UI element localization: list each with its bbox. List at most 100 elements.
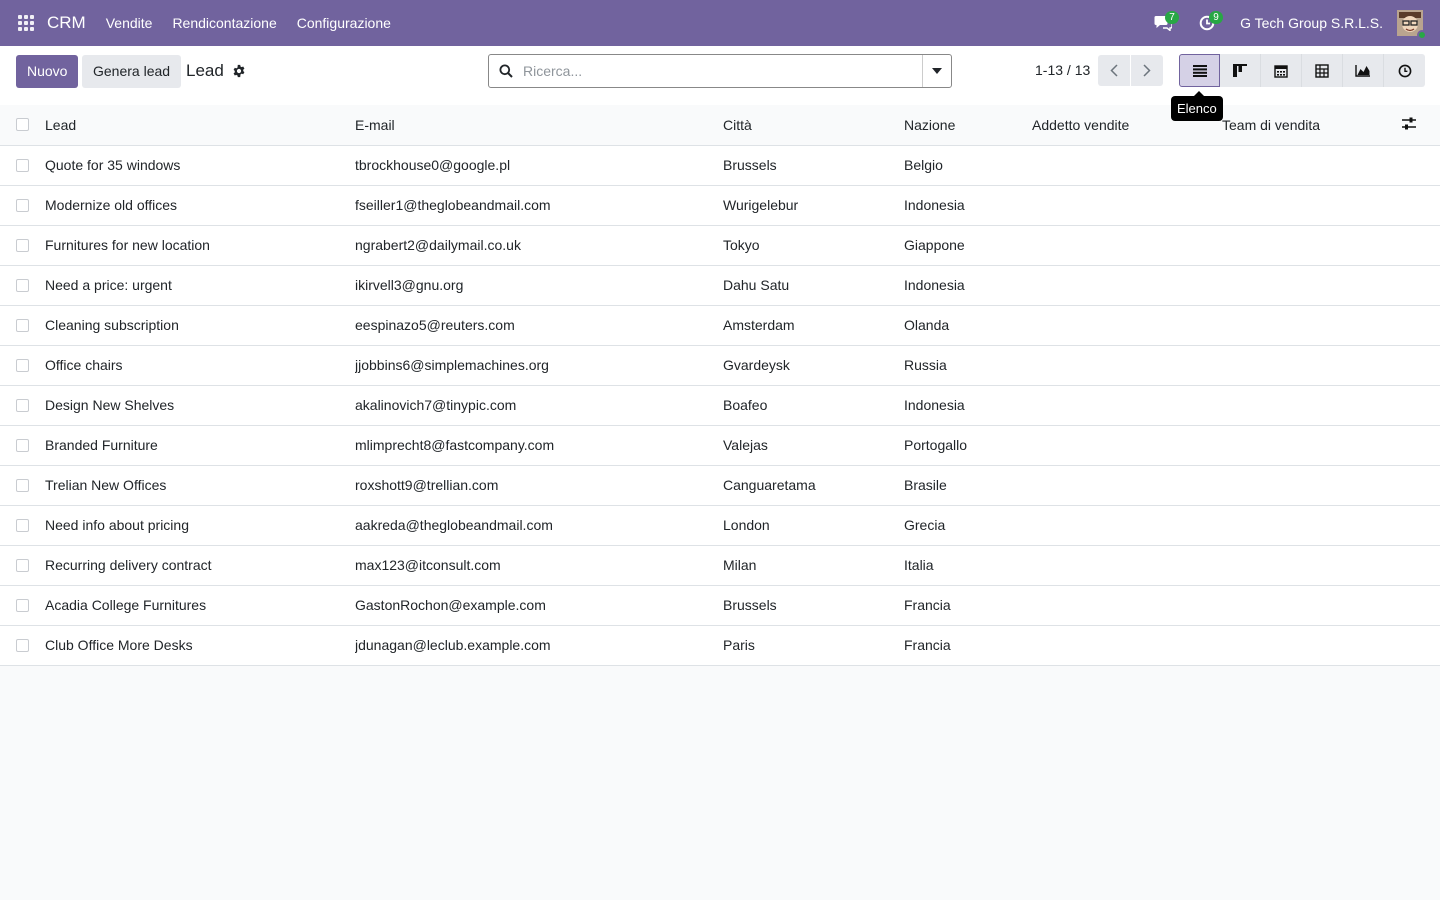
row-checkbox[interactable] [16, 238, 29, 252]
cell-lead[interactable]: Trelian New Offices [45, 465, 355, 505]
cell-team[interactable] [1222, 625, 1402, 665]
menu-item-configurazione[interactable]: Configurazione [287, 15, 401, 31]
cell-salesperson[interactable] [1032, 465, 1222, 505]
cell-team[interactable] [1222, 265, 1402, 305]
row-checkbox[interactable] [16, 518, 29, 532]
row-checkbox[interactable] [16, 478, 29, 492]
cell-lead[interactable]: Cleaning subscription [45, 305, 355, 345]
cell-salesperson[interactable] [1032, 585, 1222, 625]
cell-lead[interactable]: Recurring delivery contract [45, 545, 355, 585]
cell-team[interactable] [1222, 505, 1402, 545]
cell-country[interactable]: Francia [904, 585, 1032, 625]
view-activity-button[interactable] [1384, 54, 1425, 87]
cell-team[interactable] [1222, 145, 1402, 185]
cell-city[interactable]: Canguaretama [723, 465, 904, 505]
select-all-checkbox[interactable] [16, 118, 29, 132]
cell-city[interactable]: Milan [723, 545, 904, 585]
cell-salesperson[interactable] [1032, 185, 1222, 225]
cell-email[interactable]: ikirvell3@gnu.org [355, 265, 723, 305]
optional-columns-toggle[interactable] [1402, 105, 1440, 145]
new-button[interactable]: Nuovo [16, 55, 79, 88]
cell-team[interactable] [1222, 465, 1402, 505]
row-checkbox[interactable] [16, 438, 29, 452]
cell-email[interactable]: jdunagan@leclub.example.com [355, 625, 723, 665]
table-row[interactable]: Cleaning subscription eespinazo5@reuters.… [0, 305, 1440, 345]
cell-team[interactable] [1222, 345, 1402, 385]
column-header-country[interactable]: Nazione [904, 105, 1032, 145]
column-header-email[interactable]: E-mail [355, 105, 723, 145]
cell-city[interactable]: London [723, 505, 904, 545]
cell-email[interactable]: eespinazo5@reuters.com [355, 305, 723, 345]
cell-team[interactable] [1222, 425, 1402, 465]
cell-lead[interactable]: Modernize old offices [45, 185, 355, 225]
table-row[interactable]: Need info about pricing aakreda@theglobea… [0, 505, 1440, 545]
table-row[interactable]: Trelian New Offices roxshott9@trellian.co… [0, 465, 1440, 505]
row-checkbox[interactable] [16, 278, 29, 292]
cell-email[interactable]: max123@itconsult.com [355, 545, 723, 585]
search-options-toggle[interactable] [922, 55, 951, 87]
table-row[interactable]: Acadia College Furnitures GastonRochon@ex… [0, 585, 1440, 625]
cell-country[interactable]: Belgio [904, 145, 1032, 185]
company-switcher[interactable]: G Tech Group S.R.L.S. [1240, 15, 1383, 31]
cell-country[interactable]: Brasile [904, 465, 1032, 505]
cell-city[interactable]: Brussels [723, 585, 904, 625]
cell-email[interactable]: roxshott9@trellian.com [355, 465, 723, 505]
activities-button[interactable]: 9 [1192, 0, 1224, 46]
column-header-city[interactable]: Città [723, 105, 904, 145]
row-checkbox[interactable] [16, 558, 29, 572]
apps-menu-icon[interactable] [18, 14, 36, 32]
cell-email[interactable]: tbrockhouse0@google.pl [355, 145, 723, 185]
cell-city[interactable]: Brussels [723, 145, 904, 185]
cell-team[interactable] [1222, 585, 1402, 625]
cell-salesperson[interactable] [1032, 505, 1222, 545]
row-checkbox[interactable] [16, 198, 29, 212]
cell-salesperson[interactable] [1032, 145, 1222, 185]
cell-team[interactable] [1222, 385, 1402, 425]
cell-email[interactable]: jjobbins6@simplemachines.org [355, 345, 723, 385]
app-brand[interactable]: CRM [47, 13, 86, 33]
table-row[interactable]: Design New Shelves akalinovich7@tinypic.c… [0, 385, 1440, 425]
cell-city[interactable]: Amsterdam [723, 305, 904, 345]
table-row[interactable]: Need a price: urgent ikirvell3@gnu.org Dah… [0, 265, 1440, 305]
cell-country[interactable]: Olanda [904, 305, 1032, 345]
cell-city[interactable]: Dahu Satu [723, 265, 904, 305]
cell-email[interactable]: GastonRochon@example.com [355, 585, 723, 625]
cell-lead[interactable]: Acadia College Furnitures [45, 585, 355, 625]
cell-email[interactable]: aakreda@theglobeandmail.com [355, 505, 723, 545]
cell-salesperson[interactable] [1032, 425, 1222, 465]
cell-email[interactable]: fseiller1@theglobeandmail.com [355, 185, 723, 225]
view-kanban-button[interactable] [1220, 54, 1261, 87]
messages-button[interactable]: 7 [1148, 0, 1180, 46]
cell-country[interactable]: Giappone [904, 225, 1032, 265]
row-checkbox[interactable] [16, 398, 29, 412]
cell-team[interactable] [1222, 305, 1402, 345]
table-row[interactable]: Club Office More Desks jdunagan@leclub.ex… [0, 625, 1440, 665]
column-header-lead[interactable]: Lead [45, 105, 355, 145]
row-checkbox[interactable] [16, 318, 29, 332]
table-row[interactable]: Office chairs jjobbins6@simplemachines.or… [0, 345, 1440, 385]
cell-email[interactable]: mlimprecht8@fastcompany.com [355, 425, 723, 465]
user-avatar[interactable] [1397, 10, 1427, 40]
table-row[interactable]: Furnitures for new location ngrabert2@dai… [0, 225, 1440, 265]
cell-country[interactable]: Portogallo [904, 425, 1032, 465]
search-input[interactable] [523, 63, 922, 79]
cell-team[interactable] [1222, 545, 1402, 585]
view-graph-button[interactable] [1343, 54, 1384, 87]
table-row[interactable]: Quote for 35 windows tbrockhouse0@google.… [0, 145, 1440, 185]
cell-city[interactable]: Tokyo [723, 225, 904, 265]
cell-email[interactable]: ngrabert2@dailymail.co.uk [355, 225, 723, 265]
cell-country[interactable]: Italia [904, 545, 1032, 585]
cell-lead[interactable]: Furnitures for new location [45, 225, 355, 265]
cell-salesperson[interactable] [1032, 385, 1222, 425]
cell-country[interactable]: Indonesia [904, 265, 1032, 305]
cell-country[interactable]: Indonesia [904, 185, 1032, 225]
menu-item-rendicontazione[interactable]: Rendicontazione [162, 15, 286, 31]
gear-icon[interactable] [232, 64, 246, 78]
cell-email[interactable]: akalinovich7@tinypic.com [355, 385, 723, 425]
table-row[interactable]: Recurring delivery contract max123@itcons… [0, 545, 1440, 585]
cell-salesperson[interactable] [1032, 625, 1222, 665]
cell-country[interactable]: Grecia [904, 505, 1032, 545]
cell-team[interactable] [1222, 225, 1402, 265]
pager-next-button[interactable] [1131, 55, 1163, 86]
row-checkbox[interactable] [16, 158, 29, 172]
